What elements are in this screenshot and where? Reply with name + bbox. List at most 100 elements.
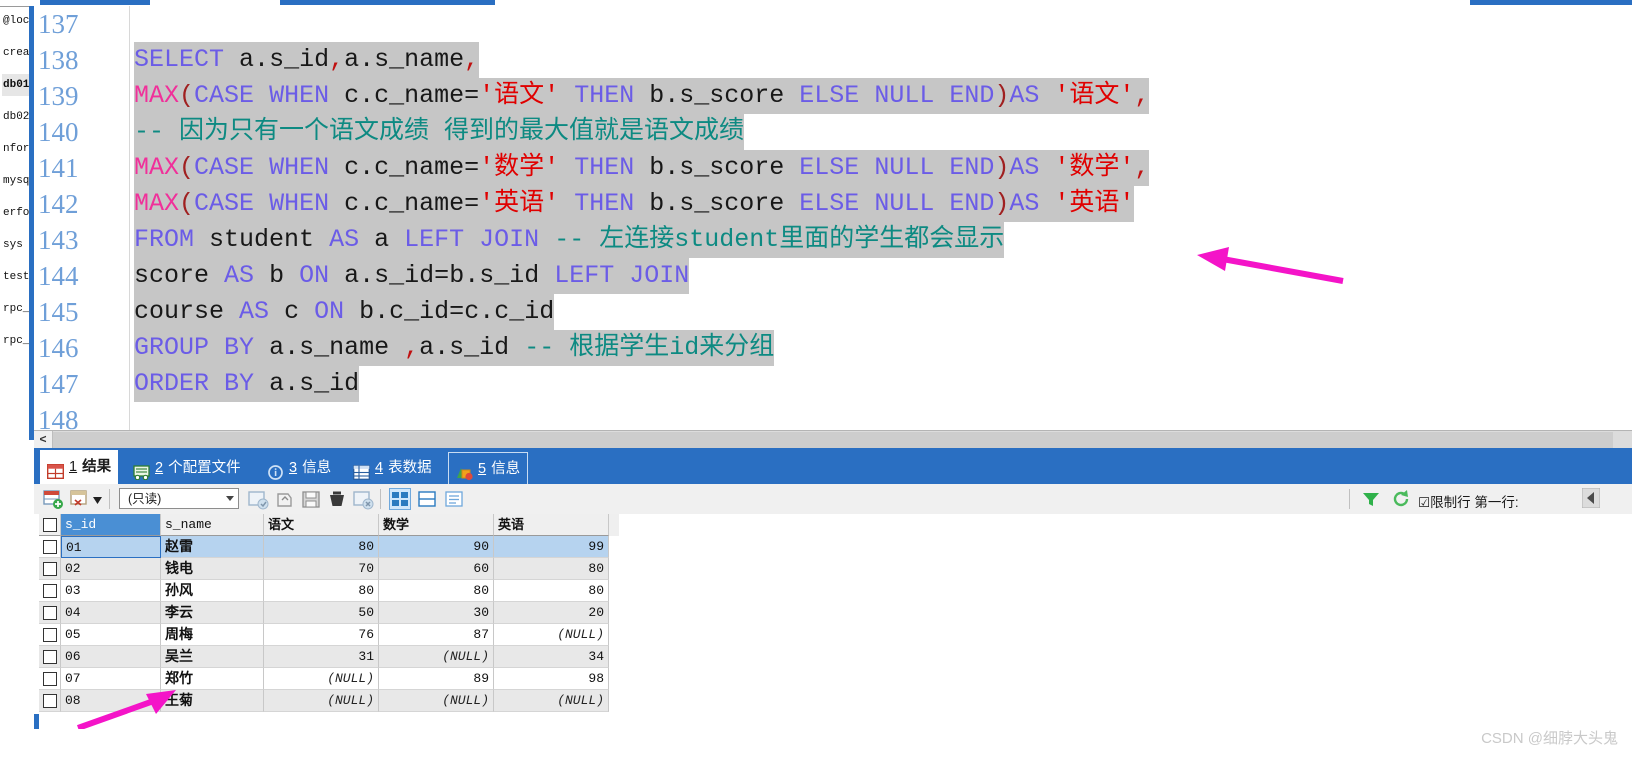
cell-s_id[interactable]: 02 (61, 558, 161, 580)
cell-yingyu[interactable]: 80 (494, 558, 609, 580)
column-header-4[interactable]: 英语 (494, 514, 609, 536)
cell-yuwen[interactable]: 70 (264, 558, 379, 580)
tab-1[interactable]: 1 结果 (40, 450, 119, 484)
editor-hscrollbar[interactable]: < (34, 430, 1632, 449)
select-all-checkbox[interactable] (39, 514, 61, 536)
cell-shuxue[interactable]: 60 (379, 558, 494, 580)
column-header-1[interactable]: s_name (161, 514, 264, 536)
row-checkbox[interactable] (39, 668, 61, 690)
code-line[interactable]: MAX(CASE WHEN c.c_name='语文' THEN b.s_sco… (134, 78, 1150, 114)
delete-record-icon[interactable] (69, 488, 91, 510)
column-header-3[interactable]: 数学 (379, 514, 494, 536)
row-checkbox[interactable] (39, 580, 61, 602)
readonly-select[interactable]: (只读) (119, 488, 239, 509)
filter-icon[interactable] (1360, 488, 1382, 510)
cell-s_name[interactable]: 郑竹 (161, 668, 264, 690)
cell-s_name[interactable]: 王菊 (161, 690, 264, 712)
cell-yuwen[interactable]: 50 (264, 602, 379, 624)
refresh-icon[interactable] (1390, 488, 1412, 510)
grid-view-icon[interactable] (389, 488, 411, 510)
cell-shuxue[interactable]: 87 (379, 624, 494, 646)
cell-yingyu[interactable]: 34 (494, 646, 609, 668)
apply-changes-icon[interactable] (247, 488, 269, 510)
tab-5[interactable]: 5 信息 (448, 452, 529, 486)
tab-4[interactable]: 4 表数据 (346, 452, 439, 484)
table-row[interactable]: 01 赵雷 80 90 99 (39, 536, 619, 558)
code-line[interactable]: course AS c ON b.c_id=c.c_id (134, 294, 555, 330)
cell-yingyu[interactable]: 99 (494, 536, 609, 558)
cell-shuxue[interactable]: 90 (379, 536, 494, 558)
chevron-down-icon[interactable] (92, 488, 103, 510)
code-line[interactable]: MAX(CASE WHEN c.c_name='数学' THEN b.s_sco… (134, 150, 1150, 186)
results-grid[interactable]: s_id s_name 语文 数学 英语 01 赵雷 80 90 99 02 钱电 70 60 80 03 孙风… (34, 514, 1632, 714)
table-row[interactable]: 03 孙风 80 80 80 (39, 580, 619, 602)
cell-s_id[interactable]: 07 (61, 668, 161, 690)
cell-s_id[interactable]: 05 (61, 624, 161, 646)
delete-icon[interactable] (326, 488, 348, 510)
cell-s_id[interactable]: 08 (61, 690, 161, 712)
table-row[interactable]: 07 郑竹 (NULL) 89 98 (39, 668, 619, 690)
column-header-0[interactable]: s_id (61, 514, 161, 536)
scroll-left-arrow[interactable]: < (34, 431, 53, 449)
row-checkbox[interactable] (39, 646, 61, 668)
sql-editor[interactable]: 137 138 139 140 141 142 143 144 145 146 147 148 SEL… (34, 6, 1632, 430)
table-row[interactable]: 05 周梅 76 87 (NULL) (39, 624, 619, 646)
cell-shuxue[interactable]: 30 (379, 602, 494, 624)
column-header-2[interactable]: 语文 (264, 514, 379, 536)
code-line[interactable]: SELECT a.s_id,a.s_name, (134, 42, 480, 78)
discard-changes-icon[interactable] (274, 488, 296, 510)
table-row[interactable]: 04 李云 50 30 20 (39, 602, 619, 624)
cell-s_name[interactable]: 吴兰 (161, 646, 264, 668)
cell-s_name[interactable]: 周梅 (161, 624, 264, 646)
cell-s_name[interactable]: 孙风 (161, 580, 264, 602)
scroll-right-icon[interactable] (1581, 487, 1604, 510)
cell-yuwen[interactable]: 76 (264, 624, 379, 646)
code-line[interactable]: ORDER BY a.s_id (134, 366, 360, 402)
cell-shuxue[interactable]: 80 (379, 580, 494, 602)
cell-s_name[interactable]: 李云 (161, 602, 264, 624)
tab-3[interactable]: 3 信息 (260, 452, 338, 484)
row-checkbox[interactable] (39, 690, 61, 712)
cell-yuwen[interactable]: 31 (264, 646, 379, 668)
add-record-icon[interactable] (42, 488, 64, 510)
code-line[interactable]: MAX(CASE WHEN c.c_name='英语' THEN b.s_sco… (134, 186, 1135, 222)
row-checkbox[interactable] (39, 536, 61, 558)
tab-2[interactable]: 2 个配置文件 (126, 452, 248, 484)
cell-shuxue[interactable]: (NULL) (379, 690, 494, 712)
row-checkbox[interactable] (39, 602, 61, 624)
cell-s_id[interactable]: 01 (61, 536, 161, 558)
cell-shuxue[interactable]: (NULL) (379, 646, 494, 668)
cell-yingyu[interactable]: (NULL) (494, 624, 609, 646)
cell-yingyu[interactable]: (NULL) (494, 690, 609, 712)
code-line[interactable]: GROUP BY a.s_name ,a.s_id -- 根据学生id来分组 (134, 330, 775, 366)
cell-yingyu[interactable]: 98 (494, 668, 609, 690)
row-checkbox[interactable] (39, 624, 61, 646)
detail-view-icon[interactable] (443, 488, 465, 510)
form-view-icon[interactable] (416, 488, 438, 510)
cell-s_name[interactable]: 钱电 (161, 558, 264, 580)
code-line[interactable]: FROM student AS a LEFT JOIN -- 左连接studen… (134, 222, 1005, 258)
cell-yingyu[interactable]: 80 (494, 580, 609, 602)
save-icon[interactable] (300, 488, 322, 510)
results-tabbar[interactable]: 1 结果 2 个配置文件 3 信息 4 表数据 5 信息 (34, 448, 1632, 486)
cancel-icon[interactable] (352, 488, 374, 510)
row-checkbox[interactable] (39, 558, 61, 580)
cell-yuwen[interactable]: (NULL) (264, 690, 379, 712)
grid-toolbar[interactable]: (只读) ☑限制行 第一行: (34, 484, 1632, 515)
code-line[interactable]: -- 因为只有一个语文成绩 得到的最大值就是语文成绩 (134, 114, 745, 150)
cell-yuwen[interactable]: 80 (264, 580, 379, 602)
sql-code-area[interactable]: SELECT a.s_id,a.s_name, MAX(CASE WHEN c.c… (130, 6, 1632, 430)
scroll-thumb[interactable] (53, 432, 1613, 448)
cell-yuwen[interactable]: 80 (264, 536, 379, 558)
cell-s_id[interactable]: 06 (61, 646, 161, 668)
code-line[interactable]: score AS b ON a.s_id=b.s_id LEFT JOIN (134, 258, 690, 294)
table-row[interactable]: 06 吴兰 31 (NULL) 34 (39, 646, 619, 668)
cell-s_id[interactable]: 04 (61, 602, 161, 624)
limit-rows-label[interactable]: ☑限制行 第一行: (1418, 491, 1519, 511)
window-tab-1[interactable] (40, 0, 150, 5)
table-row[interactable]: 02 钱电 70 60 80 (39, 558, 619, 580)
cell-s_name[interactable]: 赵雷 (161, 536, 264, 558)
cell-shuxue[interactable]: 89 (379, 668, 494, 690)
window-tab-2[interactable] (280, 0, 495, 5)
table-row[interactable]: 08 王菊 (NULL) (NULL) (NULL) (39, 690, 619, 712)
